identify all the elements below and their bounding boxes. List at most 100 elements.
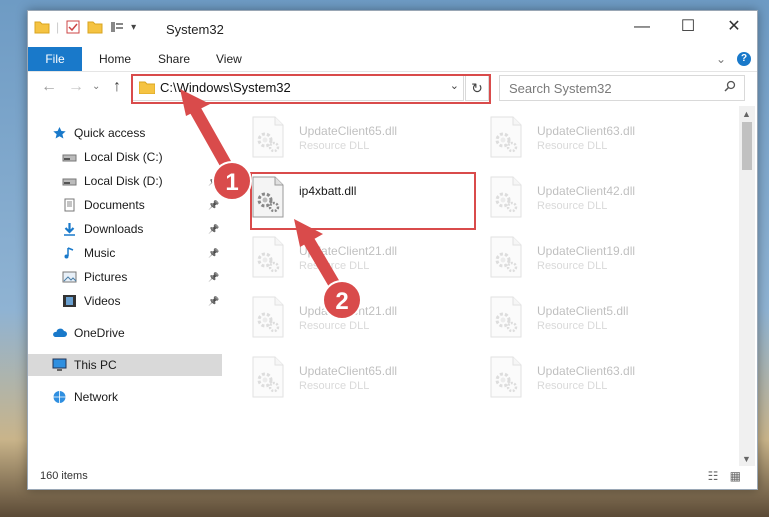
sidebar-item-label: OneDrive	[74, 326, 125, 340]
folder-icon[interactable]	[34, 19, 50, 35]
file-item[interactable]: UpdateClient63.dll Resource DLL	[489, 354, 717, 402]
dll-file-icon	[252, 116, 284, 158]
file-type: Resource DLL	[537, 320, 608, 332]
sidebar-item-label: Music	[84, 246, 116, 260]
address-highlight-box	[131, 74, 491, 104]
vertical-scrollbar[interactable]: ▲ ▼	[739, 106, 755, 466]
drive-icon	[62, 178, 77, 186]
file-type: Resource DLL	[537, 260, 608, 272]
properties-icon[interactable]	[65, 19, 81, 35]
forward-button[interactable]: →	[68, 78, 84, 96]
search-box[interactable]: Search System32	[499, 75, 745, 101]
file-item[interactable]: UpdateClient19.dll Resource DLL	[489, 234, 717, 282]
tab-view[interactable]: View	[216, 47, 242, 71]
ribbon-expand-icon[interactable]: ⌄	[716, 47, 726, 71]
pin-icon[interactable]: 📌	[208, 194, 219, 216]
file-highlight-box	[250, 172, 476, 230]
minimize-button[interactable]: —	[619, 11, 665, 43]
computer-icon	[52, 358, 67, 371]
close-button[interactable]: ✕	[711, 11, 757, 43]
dll-file-icon	[490, 116, 522, 158]
scroll-down-icon[interactable]: ▼	[742, 454, 751, 464]
tab-home[interactable]: Home	[99, 47, 131, 71]
sidebar-item-pictures[interactable]: Pictures 📌	[28, 266, 222, 288]
file-type: Resource DLL	[299, 320, 370, 332]
tab-file[interactable]: File	[28, 47, 82, 71]
pin-icon[interactable]: 📌	[208, 170, 219, 192]
sidebar-item-label: Local Disk (C:)	[84, 150, 163, 164]
new-folder-icon[interactable]	[87, 19, 103, 35]
file-item[interactable]: UpdateClient65.dll Resource DLL	[251, 354, 479, 402]
file-type: Resource DLL	[537, 200, 608, 212]
pin-icon[interactable]: 📌	[208, 242, 219, 264]
view-mode-icons[interactable]: ☷ ▦	[708, 469, 745, 483]
cloud-icon	[53, 328, 67, 337]
dll-file-icon	[490, 236, 522, 278]
ribbon-tabs: File Home Share View ⌄ ?	[28, 47, 757, 72]
file-type: Resource DLL	[299, 380, 370, 392]
file-item[interactable]: UpdateClient63.dll Resource DLL	[489, 114, 717, 162]
sidebar-item-label: Network	[74, 390, 119, 404]
scroll-up-icon[interactable]: ▲	[742, 109, 751, 119]
file-name: UpdateClient63.dll	[537, 124, 636, 138]
dll-file-icon	[490, 176, 522, 218]
dll-file-icon	[490, 356, 522, 398]
quick-access-toolbar: | ▾	[34, 19, 136, 35]
sidebar-item-videos[interactable]: Videos 📌	[28, 290, 222, 312]
search-input[interactable]: Search System32	[509, 81, 612, 96]
pin-icon[interactable]: 📌	[208, 266, 219, 288]
up-button[interactable]: ↑	[113, 78, 121, 96]
sidebar-item-label: Local Disk (D:)	[84, 174, 163, 188]
drive-icon	[62, 154, 77, 162]
scroll-thumb[interactable]	[742, 122, 752, 170]
sidebar-item-local-disk-d[interactable]: Local Disk (D:) 📌	[28, 170, 222, 192]
sidebar-item-documents[interactable]: Documents 📌	[28, 194, 222, 216]
maximize-button[interactable]: ☐	[665, 11, 711, 43]
status-bar: 160 items ☷ ▦	[28, 466, 757, 488]
file-name: UpdateClient5.dll	[537, 304, 629, 318]
file-name: UpdateClient21.dll	[299, 244, 398, 258]
sidebar-item-local-disk-c[interactable]: Local Disk (C:)	[28, 146, 222, 168]
item-count: 160 items	[40, 470, 88, 482]
back-button[interactable]: ←	[41, 78, 57, 96]
pin-icon[interactable]: 📌	[208, 290, 219, 312]
sidebar-item-quick-access[interactable]: Quick access	[28, 122, 222, 144]
file-name: UpdateClient63.dll	[537, 364, 636, 378]
network-icon	[53, 391, 66, 403]
tab-share[interactable]: Share	[158, 47, 190, 71]
recent-locations-icon[interactable]: ⌄	[92, 81, 100, 92]
file-item[interactable]: UpdateClient5.dll Resource DLL	[489, 294, 717, 342]
file-name: UpdateClient19.dll	[537, 244, 636, 258]
navigation-pane: Quick access Local Disk (C:) Local Disk (D…	[28, 106, 222, 466]
help-icon[interactable]: ?	[737, 52, 751, 66]
sidebar-item-label: Pictures	[84, 270, 128, 284]
sidebar-item-network[interactable]: Network	[28, 386, 222, 408]
customize-toolbar-icon[interactable]	[109, 19, 125, 35]
sidebar-item-downloads[interactable]: Downloads 📌	[28, 218, 222, 240]
documents-icon	[64, 198, 75, 212]
file-type: Resource DLL	[299, 260, 370, 272]
sidebar-item-label: Documents	[84, 198, 145, 212]
file-name: UpdateClient65.dll	[299, 364, 398, 378]
file-name: UpdateClient65.dll	[299, 124, 398, 138]
file-item[interactable]: UpdateClient21.dll Resource DLL	[251, 234, 479, 282]
file-item[interactable]: UpdateClient42.dll Resource DLL	[489, 174, 717, 222]
sidebar-item-label: This PC	[74, 358, 117, 372]
pictures-icon	[62, 271, 77, 283]
file-item[interactable]: UpdateClient65.dll Resource DLL	[251, 114, 479, 162]
pin-icon[interactable]: 📌	[208, 218, 219, 240]
file-item[interactable]: UpdateClient21.dll Resource DLL	[251, 294, 479, 342]
sidebar-item-onedrive[interactable]: OneDrive	[28, 322, 222, 344]
dll-file-icon	[252, 296, 284, 338]
title-bar: | ▾ System32 — ☐ ✕	[28, 11, 757, 47]
file-name: UpdateClient21.dll	[299, 304, 398, 318]
sidebar-item-this-pc[interactable]: This PC	[28, 354, 222, 376]
search-icon[interactable]	[724, 80, 736, 92]
file-type: Resource DLL	[537, 140, 608, 152]
window-title: System32	[166, 22, 224, 37]
star-icon	[53, 127, 66, 139]
videos-icon	[63, 295, 76, 307]
sidebar-item-music[interactable]: Music 📌	[28, 242, 222, 264]
qat-dropdown-icon[interactable]: ▾	[131, 22, 136, 33]
dll-file-icon	[490, 296, 522, 338]
